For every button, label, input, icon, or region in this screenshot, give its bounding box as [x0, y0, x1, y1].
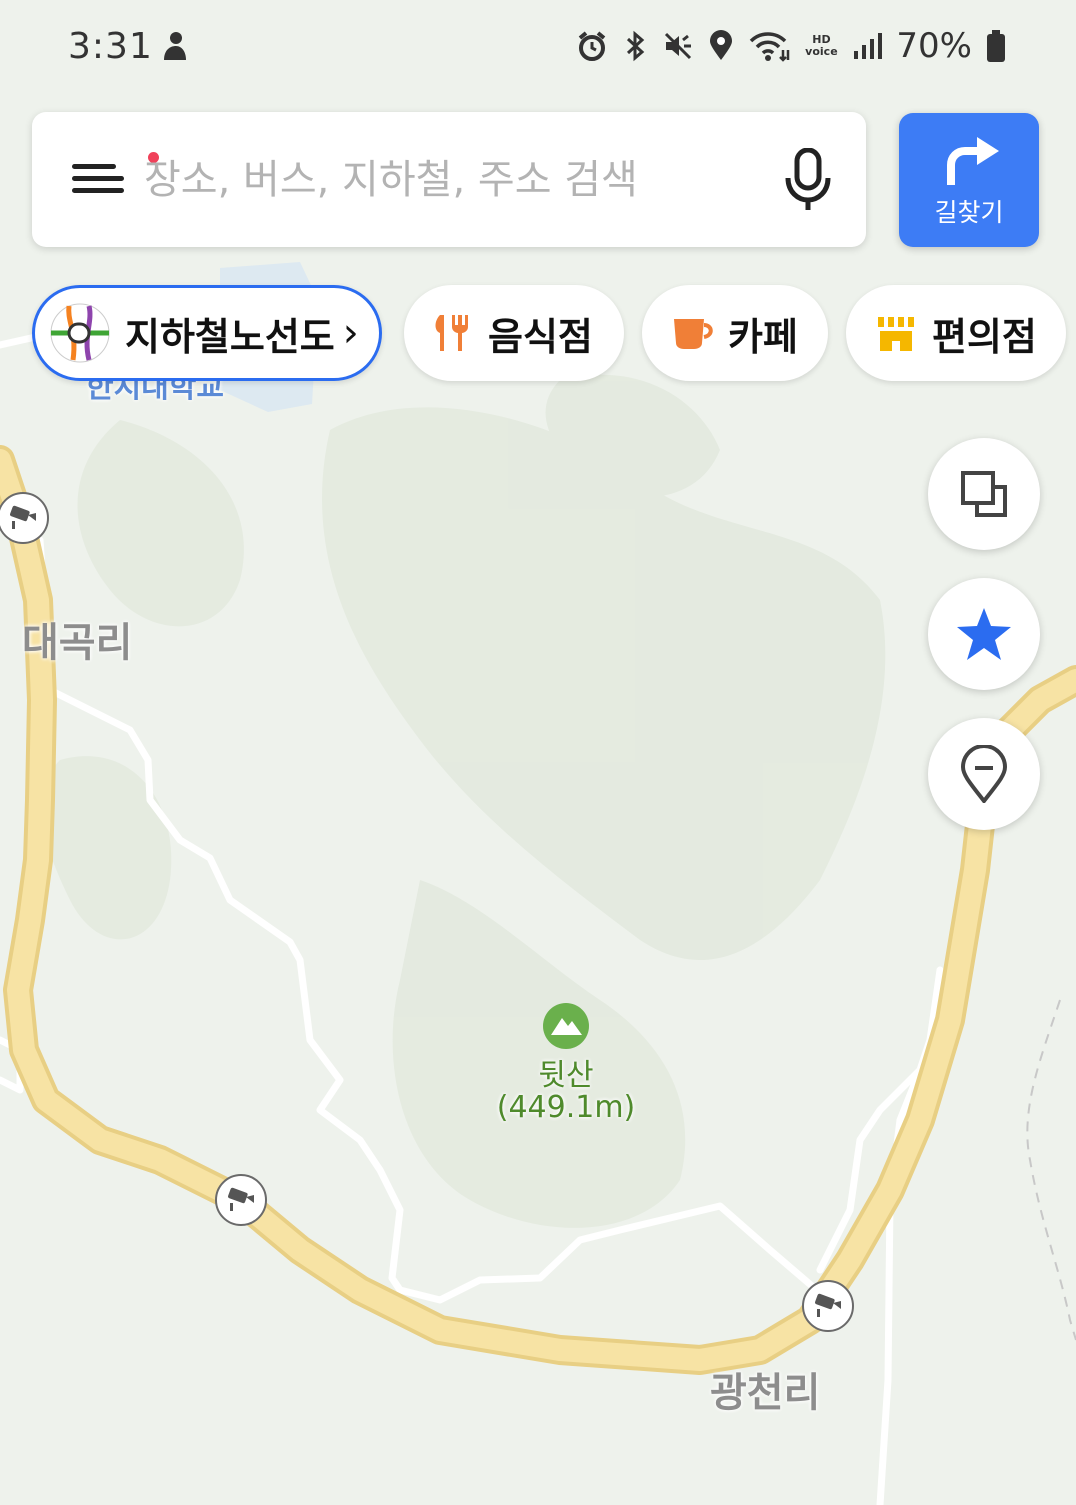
fork-knife-icon	[435, 315, 468, 351]
chip-convenience-store[interactable]: 편의점	[846, 285, 1066, 381]
category-chips: 지하철노선도 › 음식점 카페 편의점	[0, 285, 1076, 381]
location-icon	[710, 30, 733, 60]
microphone-icon[interactable]	[780, 148, 836, 212]
status-time: 3:31	[68, 26, 153, 67]
search-input[interactable]	[142, 146, 766, 214]
chevron-right-icon: ›	[342, 310, 359, 356]
store-icon	[878, 317, 914, 351]
battery-icon	[987, 30, 1005, 62]
hd-voice-icon: HD voice	[805, 33, 838, 58]
signal-icon	[854, 33, 883, 59]
peak-name-label: 뒷산	[538, 1058, 594, 1093]
status-icons: HD voice 70%	[576, 26, 1006, 66]
location-pin-icon	[960, 745, 1008, 803]
directions-label: 길찾기	[934, 198, 1004, 227]
turn-right-arrow-icon	[947, 137, 999, 185]
cctv-camera-icon[interactable]	[802, 1280, 854, 1332]
mute-icon	[665, 32, 692, 60]
status-bar: 3:31 HD voice 70%	[0, 0, 1076, 95]
subway-map-icon	[50, 303, 110, 363]
favorites-button[interactable]	[928, 578, 1040, 690]
alarm-icon	[579, 31, 606, 61]
person-icon	[164, 32, 186, 60]
layers-icon	[961, 471, 1007, 517]
peak-height-label: (449.1m)	[496, 1090, 636, 1125]
chip-subway-map[interactable]: 지하철노선도 ›	[32, 285, 382, 381]
location-pin-button[interactable]	[928, 718, 1040, 830]
place-label-gwangcheon-ri: 광천리	[710, 1370, 821, 1416]
chip-restaurant[interactable]: 음식점	[404, 285, 624, 381]
wifi-icon	[750, 32, 790, 62]
battery-percent: 70%	[896, 26, 972, 66]
place-label-daegok-ri: 대곡리	[22, 620, 133, 666]
layers-button[interactable]	[928, 438, 1040, 550]
favorite-star-icon	[957, 608, 1011, 660]
chip-cafe[interactable]: 카페	[642, 285, 828, 381]
chip-cafe-label: 카페	[728, 314, 798, 359]
search-bar	[32, 112, 866, 247]
cctv-camera-icon[interactable]	[215, 1174, 267, 1226]
chip-subway-label: 지하철노선도	[125, 314, 335, 359]
chip-store-label: 편의점	[932, 314, 1037, 359]
mountain-peak-icon[interactable]	[543, 1003, 589, 1049]
bluetooth-icon	[627, 30, 645, 62]
coffee-cup-icon	[674, 319, 713, 349]
directions-button[interactable]: 길찾기	[899, 113, 1039, 247]
menu-button[interactable]	[68, 152, 159, 204]
chip-restaurant-label: 음식점	[488, 314, 593, 359]
